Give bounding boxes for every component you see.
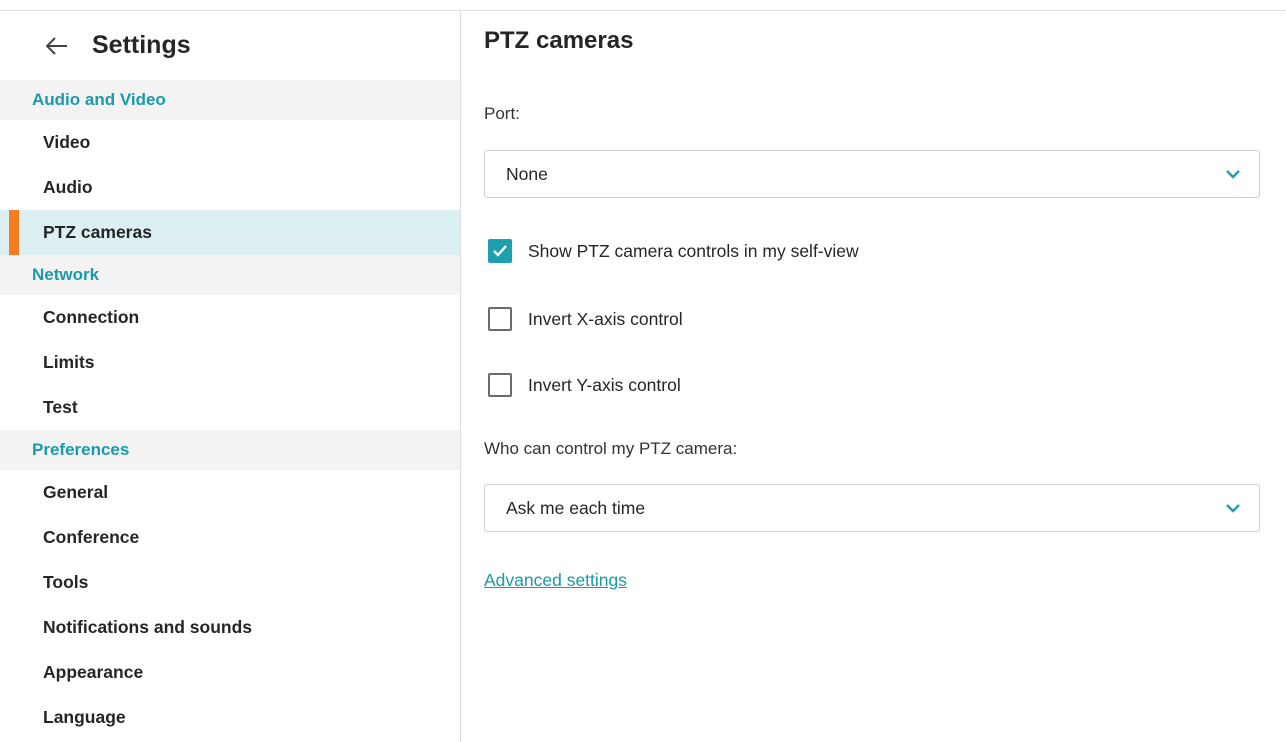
invert-y-label: Invert Y-axis control (528, 374, 681, 395)
sidebar-item-tools[interactable]: Tools (0, 560, 460, 605)
sidebar-item-connection[interactable]: Connection (0, 295, 460, 340)
section-preferences: Preferences (0, 430, 460, 470)
arrow-left-icon (46, 36, 67, 55)
sidebar-item-conference[interactable]: Conference (0, 515, 460, 560)
show-ptz-controls-checkbox-row[interactable]: Show PTZ camera controls in my self-view (488, 239, 859, 263)
invert-y-checkbox[interactable] (488, 373, 512, 397)
invert-x-label: Invert X-axis control (528, 308, 683, 329)
top-strip (0, 0, 1286, 11)
sidebar-item-test[interactable]: Test (0, 385, 460, 430)
back-button[interactable] (44, 33, 70, 59)
invert-y-checkbox-row[interactable]: Invert Y-axis control (488, 373, 681, 397)
port-label: Port: (484, 104, 520, 123)
section-network: Network (0, 255, 460, 295)
who-can-control-value: Ask me each time (506, 497, 646, 518)
sidebar-item-language[interactable]: Language (0, 695, 460, 740)
who-can-control-select[interactable]: Ask me each time (484, 484, 1260, 532)
who-can-control-label: Who can control my PTZ camera: (484, 439, 738, 458)
page-title: PTZ cameras (484, 27, 634, 54)
invert-x-checkbox-row[interactable]: Invert X-axis control (488, 307, 683, 331)
settings-sidebar: Settings Audio and Video Video Audio PTZ… (0, 11, 461, 742)
chevron-down-icon (1226, 504, 1240, 513)
port-select[interactable]: None (484, 150, 1260, 198)
checkmark-icon (493, 245, 507, 257)
chevron-down-icon (1226, 170, 1240, 179)
port-select-value: None (506, 163, 548, 184)
sidebar-item-general[interactable]: General (0, 470, 460, 515)
show-ptz-controls-label: Show PTZ camera controls in my self-view (528, 240, 859, 261)
show-ptz-controls-checkbox[interactable] (488, 239, 512, 263)
sidebar-item-video[interactable]: Video (0, 120, 460, 165)
sidebar-header: Settings (0, 11, 460, 80)
sidebar-item-ptz-cameras[interactable]: PTZ cameras (0, 210, 460, 255)
sidebar-item-appearance[interactable]: Appearance (0, 650, 460, 695)
settings-title: Settings (92, 31, 191, 59)
sidebar-item-notifications-and-sounds[interactable]: Notifications and sounds (0, 605, 460, 650)
sidebar-item-limits[interactable]: Limits (0, 340, 460, 385)
settings-main-panel: PTZ cameras Port: None Show PTZ camera c… (461, 11, 1286, 742)
section-audio-and-video: Audio and Video (0, 80, 460, 120)
invert-x-checkbox[interactable] (488, 307, 512, 331)
advanced-settings-link[interactable]: Advanced settings (484, 570, 627, 591)
sidebar-item-audio[interactable]: Audio (0, 165, 460, 210)
